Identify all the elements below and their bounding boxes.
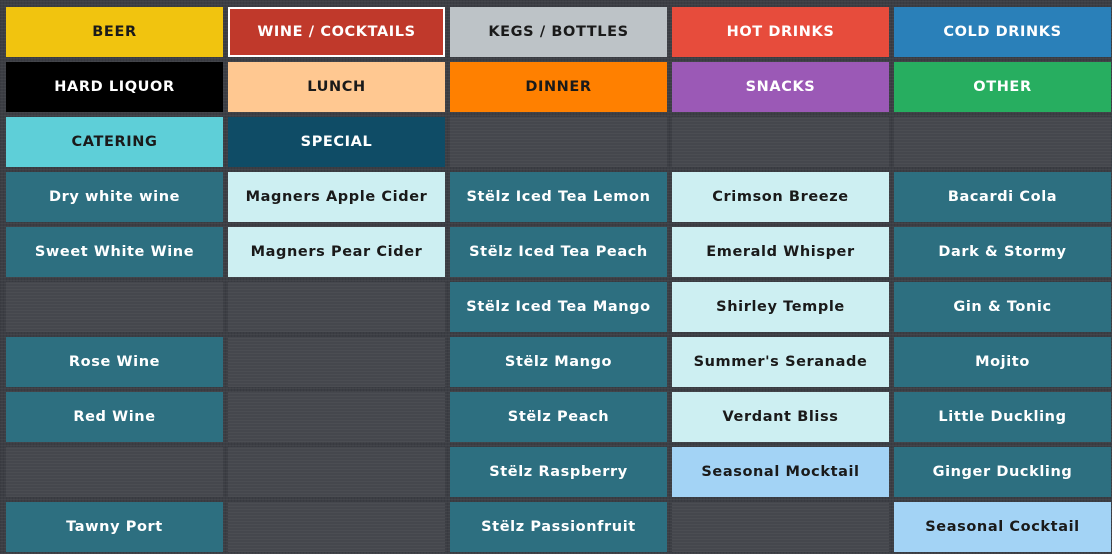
category-button-hard-liquor[interactable]: HARD LIQUOR (6, 62, 223, 112)
category-button-snacks[interactable]: SNACKS (672, 62, 889, 112)
item-button-little-duckling[interactable]: Little Duckling (894, 392, 1111, 442)
item-button-st-lz-iced-tea-mango[interactable]: Stëlz Iced Tea Mango (450, 282, 667, 332)
item-button-mojito[interactable]: Mojito (894, 337, 1111, 387)
item-button-verdant-bliss[interactable]: Verdant Bliss (672, 392, 889, 442)
category-button-other[interactable]: OTHER (894, 62, 1111, 112)
category-button-catering[interactable]: CATERING (6, 117, 223, 167)
category-button-cold-drinks[interactable]: COLD DRINKS (894, 7, 1111, 57)
category-button-wine-cocktails[interactable]: WINE / COCKTAILS (228, 7, 445, 57)
category-button-kegs-bottles[interactable]: KEGS / BOTTLES (450, 7, 667, 57)
item-button-magners-pear-cider[interactable]: Magners Pear Cider (228, 227, 445, 277)
item-button-st-lz-raspberry[interactable]: Stëlz Raspberry (450, 447, 667, 497)
empty-slot (6, 447, 223, 497)
empty-slot (6, 282, 223, 332)
category-button-lunch[interactable]: LUNCH (228, 62, 445, 112)
item-button-emerald-whisper[interactable]: Emerald Whisper (672, 227, 889, 277)
empty-slot (228, 282, 445, 332)
empty-slot (228, 392, 445, 442)
item-button-shirley-temple[interactable]: Shirley Temple (672, 282, 889, 332)
item-button-st-lz-passionfruit[interactable]: Stëlz Passionfruit (450, 502, 667, 552)
empty-slot (228, 337, 445, 387)
item-button-red-wine[interactable]: Red Wine (6, 392, 223, 442)
item-button-st-lz-iced-tea-lemon[interactable]: Stëlz Iced Tea Lemon (450, 172, 667, 222)
empty-slot (228, 502, 445, 552)
empty-slot (894, 117, 1111, 167)
item-button-ginger-duckling[interactable]: Ginger Duckling (894, 447, 1111, 497)
item-button-st-lz-peach[interactable]: Stëlz Peach (450, 392, 667, 442)
item-button-magners-apple-cider[interactable]: Magners Apple Cider (228, 172, 445, 222)
item-button-summer-s-seranade[interactable]: Summer's Seranade (672, 337, 889, 387)
item-button-st-lz-mango[interactable]: Stëlz Mango (450, 337, 667, 387)
item-button-dark-stormy[interactable]: Dark & Stormy (894, 227, 1111, 277)
item-button-seasonal-mocktail[interactable]: Seasonal Mocktail (672, 447, 889, 497)
item-button-bacardi-cola[interactable]: Bacardi Cola (894, 172, 1111, 222)
empty-slot (672, 117, 889, 167)
item-button-dry-white-wine[interactable]: Dry white wine (6, 172, 223, 222)
item-button-seasonal-cocktail[interactable]: Seasonal Cocktail (894, 502, 1111, 552)
item-button-sweet-white-wine[interactable]: Sweet White Wine (6, 227, 223, 277)
item-button-rose-wine[interactable]: Rose Wine (6, 337, 223, 387)
item-button-crimson-breeze[interactable]: Crimson Breeze (672, 172, 889, 222)
category-button-dinner[interactable]: DINNER (450, 62, 667, 112)
item-button-tawny-port[interactable]: Tawny Port (6, 502, 223, 552)
category-button-beer[interactable]: BEER (6, 7, 223, 57)
category-button-hot-drinks[interactable]: HOT DRINKS (672, 7, 889, 57)
item-button-st-lz-iced-tea-peach[interactable]: Stëlz Iced Tea Peach (450, 227, 667, 277)
pos-button-grid: BEER WINE / COCKTAILS KEGS / BOTTLES HOT DR… (6, 7, 1111, 552)
empty-slot (672, 502, 889, 552)
item-button-gin-tonic[interactable]: Gin & Tonic (894, 282, 1111, 332)
category-button-special[interactable]: SPECIAL (228, 117, 445, 167)
empty-slot (228, 447, 445, 497)
empty-slot (450, 117, 667, 167)
